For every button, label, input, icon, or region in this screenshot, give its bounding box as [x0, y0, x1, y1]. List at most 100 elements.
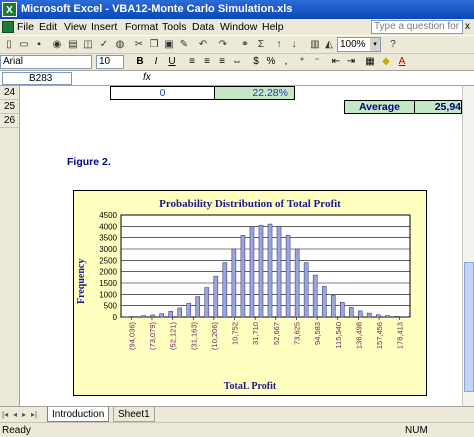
insert-function-icon[interactable]: fx	[143, 72, 151, 83]
chevron-down-icon[interactable]: ▾	[370, 38, 380, 51]
permission-icon[interactable]: ◉	[50, 38, 64, 51]
menu-bar: File Edit View Insert Format Tools Data …	[0, 19, 474, 35]
formatting-toolbar: Arial 10 B I U ≡ ≡ ≡ ⇔ $ % , ⁺ ⁻ ⇤ ⇥ ▦ ◆…	[0, 53, 474, 70]
redo-icon[interactable]: ↷	[216, 38, 230, 51]
sheet-tab-bar: |◂ ◂ ▸ ▸| Introduction Sheet1	[0, 406, 474, 422]
menu-insert[interactable]: Insert	[91, 21, 117, 33]
paste-icon[interactable]: ▣	[162, 38, 176, 51]
increase-indent-icon[interactable]: ⇥	[345, 56, 357, 68]
row-header-26[interactable]: 26	[0, 114, 20, 128]
histogram-bar	[330, 295, 336, 318]
worksheet-grid[interactable]: 24 25 26 0 22.28% Average 25,94 Figure 2…	[0, 86, 474, 406]
menu-file[interactable]: File	[17, 21, 34, 33]
sort-descending-icon[interactable]: ↓	[287, 38, 301, 51]
vertical-scrollbar[interactable]	[462, 86, 474, 406]
help-question-input[interactable]: Type a question for help	[371, 20, 463, 34]
fill-color-icon[interactable]: ◆	[380, 56, 392, 68]
histogram-bar	[258, 224, 264, 318]
workbook-icon[interactable]	[2, 21, 14, 33]
cut-icon[interactable]: ✂	[132, 38, 146, 51]
prev-sheet-icon[interactable]: ◂	[13, 410, 17, 419]
y-tick-label: 4500	[99, 211, 117, 220]
undo-icon[interactable]: ↶	[196, 38, 210, 51]
x-tick-label: (73,079)	[148, 322, 157, 350]
menu-tools[interactable]: Tools	[162, 21, 187, 33]
merge-center-icon[interactable]: ⇔	[231, 56, 243, 68]
histogram-bar	[267, 223, 273, 318]
first-sheet-icon[interactable]: |◂	[2, 410, 8, 419]
name-box[interactable]: B283	[2, 72, 72, 85]
spelling-icon[interactable]: ✓	[97, 38, 111, 51]
sort-ascending-icon[interactable]: ↑	[272, 38, 286, 51]
research-icon[interactable]: ◍	[113, 38, 127, 51]
histogram-bar	[285, 235, 291, 318]
histogram-bar	[294, 248, 300, 318]
italic-button[interactable]: I	[150, 56, 162, 68]
font-color-icon[interactable]: A	[396, 56, 408, 68]
hyperlink-icon[interactable]: ⚭	[238, 38, 252, 51]
standard-toolbar: ▯ ▭ ▪ ◉ ▤ ◫ ✓ ◍ ✂ ❐ ▣ ✎ ↶ ↷ ⚭ Σ ↑ ↓ ▥ ◭ …	[0, 35, 474, 53]
tab-sheet1[interactable]: Sheet1	[113, 407, 155, 422]
cell-percent[interactable]: 22.28%	[215, 86, 295, 100]
increase-decimal-icon[interactable]: ⁺	[296, 56, 308, 68]
x-tick-label: 178,413	[396, 322, 405, 349]
histogram-bar	[376, 314, 381, 318]
comma-style-icon[interactable]: ,	[280, 56, 292, 68]
bold-button[interactable]: B	[134, 56, 146, 68]
histogram-bar	[213, 275, 219, 318]
drawing-icon[interactable]: ◭	[322, 38, 336, 51]
decrease-decimal-icon[interactable]: ⁻	[311, 56, 323, 68]
title-bar: X Microsoft Excel - VBA12-Monte Carlo Si…	[0, 0, 474, 19]
x-tick-label: (31,163)	[189, 322, 198, 350]
currency-icon[interactable]: $	[250, 56, 262, 68]
x-tick-label: 10,752	[231, 322, 240, 345]
menu-help[interactable]: Help	[262, 21, 284, 33]
tab-introduction[interactable]: Introduction	[47, 407, 110, 422]
row-header-column	[0, 128, 20, 406]
x-tick-label: 52,667	[272, 322, 281, 345]
x-tick-label: 157,456	[375, 322, 384, 349]
format-painter-icon[interactable]: ✎	[177, 38, 191, 51]
menu-edit[interactable]: Edit	[39, 21, 57, 33]
align-right-icon[interactable]: ≡	[216, 56, 228, 68]
cell-value[interactable]: 0	[110, 86, 215, 100]
help-icon[interactable]: ?	[386, 38, 400, 51]
status-bar: Ready NUM	[0, 422, 474, 437]
new-icon[interactable]: ▯	[2, 38, 16, 51]
next-sheet-icon[interactable]: ▸	[22, 410, 26, 419]
chart-wizard-icon[interactable]: ▥	[308, 38, 322, 51]
menu-window[interactable]: Window	[220, 21, 257, 33]
font-size-select[interactable]: 10	[96, 55, 124, 69]
align-left-icon[interactable]: ≡	[186, 56, 198, 68]
menu-view[interactable]: View	[64, 21, 87, 33]
zoom-select[interactable]: 100% ▾	[337, 37, 381, 52]
last-sheet-icon[interactable]: ▸|	[31, 410, 37, 419]
borders-icon[interactable]: ▦	[364, 56, 376, 68]
print-icon[interactable]: ▤	[66, 38, 80, 51]
chart-canvas: 0 500 1000 1500 2000 2500 3000 3500 4000 4500 (94,…	[99, 211, 411, 350]
close-workbook-icon[interactable]: x	[465, 21, 470, 32]
histogram-bar	[385, 315, 390, 318]
percent-icon[interactable]: %	[265, 56, 277, 68]
profit-distribution-chart[interactable]: 0 500 1000 1500 2000 2500 3000 3500 4000 4500 (94,…	[73, 190, 427, 396]
open-icon[interactable]: ▭	[17, 38, 31, 51]
underline-button[interactable]: U	[166, 56, 178, 68]
copy-icon[interactable]: ❐	[147, 38, 161, 51]
decrease-indent-icon[interactable]: ⇤	[330, 56, 342, 68]
menu-format[interactable]: Format	[125, 21, 158, 33]
save-icon[interactable]: ▪	[32, 38, 46, 51]
font-name-select[interactable]: Arial	[0, 55, 92, 69]
average-label-cell[interactable]: Average	[344, 100, 415, 114]
menu-data[interactable]: Data	[192, 21, 214, 33]
print-preview-icon[interactable]: ◫	[81, 38, 95, 51]
align-center-icon[interactable]: ≡	[201, 56, 213, 68]
average-value-cell[interactable]: 25,94	[415, 100, 462, 114]
histogram-bar	[249, 226, 255, 318]
y-tick-label: 1000	[99, 290, 117, 299]
excel-app-icon: X	[2, 2, 17, 17]
autosum-icon[interactable]: Σ	[254, 38, 268, 51]
scrollbar-thumb[interactable]	[464, 262, 474, 392]
row-header-25[interactable]: 25	[0, 100, 20, 114]
x-axis-label: TotaL Profit	[223, 381, 277, 392]
row-header-24[interactable]: 24	[0, 86, 20, 100]
